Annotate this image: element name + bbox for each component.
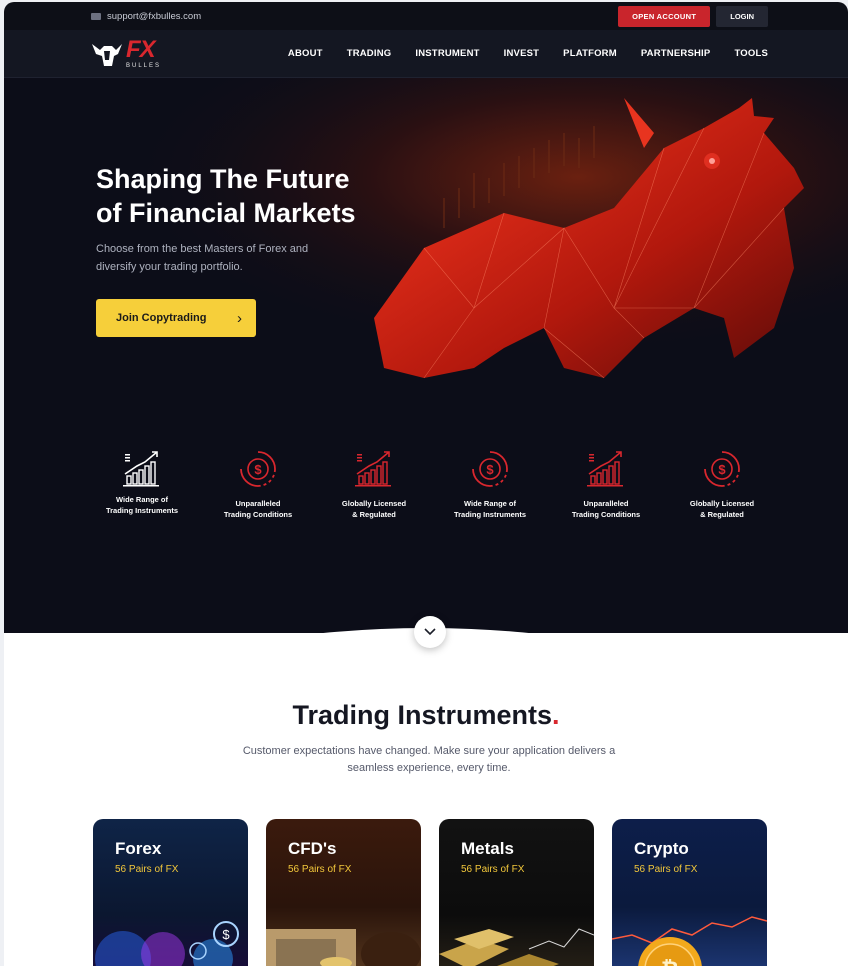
chevron-down-icon: [424, 628, 436, 636]
hero-section: Shaping The Future of Financial Markets …: [4, 78, 848, 633]
feature-label-line2: & Regulated: [352, 510, 396, 519]
hero-title-line1: Shaping The Future: [96, 164, 350, 194]
nav-item-about[interactable]: ABOUT: [288, 48, 323, 59]
nav-item-instrument[interactable]: INSTRUMENT: [415, 48, 479, 59]
feature-label-line2: & Regulated: [700, 510, 744, 519]
feature-label-line1: Unparalleled: [235, 499, 281, 508]
metals-image: [439, 928, 594, 966]
section-subtitle-line2: seamless experience, every time.: [347, 762, 511, 774]
instrument-cards: Forex 56 Pairs of FX $ CFD's 56 Pairs of…: [93, 819, 767, 966]
svg-text:$: $: [254, 462, 262, 477]
join-copytrading-button[interactable]: Join Copytrading ›: [96, 299, 256, 337]
card-metals[interactable]: Metals 56 Pairs of FX: [439, 819, 594, 966]
card-title: Crypto: [634, 839, 689, 858]
section-subtitle: Customer expectations have changed. Make…: [214, 743, 644, 777]
main-nav: FX BULLES ABOUT TRADING INSTRUMENT INVES…: [4, 30, 848, 78]
card-crypto[interactable]: Crypto 56 Pairs of FX ₿: [612, 819, 767, 966]
section-title: Trading Instruments.: [4, 700, 848, 731]
feature-label-line2: Trading Conditions: [571, 510, 641, 519]
card-title: CFD's: [288, 839, 337, 858]
scroll-down-button[interactable]: [414, 616, 446, 648]
feature-label-line2: Trading Instruments: [453, 510, 527, 519]
support-email-text[interactable]: support@fxbulles.com: [107, 11, 201, 22]
card-forex[interactable]: Forex 56 Pairs of FX $: [93, 819, 248, 966]
svg-text:$: $: [718, 462, 726, 477]
nav-item-platform[interactable]: PLATFORM: [563, 48, 617, 59]
feature-item: Globally Licensed & Regulated: [316, 448, 432, 520]
dollar-cycle-icon: $: [704, 451, 740, 487]
section-subtitle-line1: Customer expectations have changed. Make…: [242, 745, 616, 757]
hero-text-line1: Choose from the best Masters of Forex an…: [96, 243, 309, 255]
feature-item: Unparalleled Trading Conditions: [548, 448, 664, 520]
nav-item-partnership[interactable]: PARTNERSHIP: [641, 48, 711, 59]
feature-item: Wide Range of Trading Instruments: [84, 448, 200, 520]
bull-logo-icon: [92, 43, 122, 66]
feature-label: Globally Licensed & Regulated: [690, 498, 754, 520]
card-title: Metals: [461, 839, 514, 858]
join-copytrading-label: Join Copytrading: [116, 312, 207, 324]
nav-item-tools[interactable]: TOOLS: [734, 48, 768, 59]
card-subtitle: 56 Pairs of FX: [288, 864, 352, 875]
svg-text:₿: ₿: [661, 957, 679, 966]
chart-growth-icon: [587, 451, 623, 487]
top-bar: support@fxbulles.com OPEN ACCOUNT LOGIN: [4, 2, 848, 30]
feature-label-line1: Unparalleled: [583, 499, 629, 508]
feature-label: Unparalleled Trading Conditions: [572, 498, 640, 520]
features-row: Wide Range of Trading Instruments $ Unpa…: [84, 448, 784, 520]
mail-icon: [91, 12, 101, 20]
section-title-text: Trading Instruments: [292, 700, 553, 730]
feature-item: $ Wide Range of Trading Instruments: [432, 448, 548, 520]
logo[interactable]: FX BULLES: [90, 38, 161, 70]
logo-sub-text: BULLES: [126, 63, 162, 69]
logo-fx-text: FX: [126, 36, 156, 63]
feature-label: Wide Range of Trading Instruments: [454, 498, 526, 520]
crypto-image: ₿: [612, 916, 767, 966]
open-account-button[interactable]: OPEN ACCOUNT: [618, 5, 711, 27]
svg-text:$: $: [222, 927, 230, 942]
hero-text-line2: diversify your trading portfolio.: [96, 261, 243, 273]
card-subtitle: 56 Pairs of FX: [115, 864, 179, 875]
nav-item-invest[interactable]: INVEST: [504, 48, 540, 59]
feature-label-line2: Trading Instruments: [105, 506, 179, 515]
card-subtitle: 56 Pairs of FX: [461, 864, 525, 875]
chart-growth-icon: [123, 451, 159, 487]
feature-label-line2: Trading Conditions: [223, 510, 293, 519]
feature-label-line1: Wide Range of: [463, 499, 517, 508]
section-title-dot: .: [552, 700, 560, 730]
chart-growth-icon: [355, 451, 391, 487]
hero-text: Choose from the best Masters of Forex an…: [96, 240, 356, 276]
card-title: Forex: [115, 839, 162, 858]
nav-item-trading[interactable]: TRADING: [347, 48, 392, 59]
feature-label: Wide Range of Trading Instruments: [106, 494, 178, 516]
login-button[interactable]: LOGIN: [716, 5, 768, 27]
dollar-cycle-icon: $: [240, 451, 276, 487]
forex-image: $: [95, 921, 239, 966]
hero-title: Shaping The Future of Financial Markets: [96, 162, 426, 230]
feature-label: Globally Licensed & Regulated: [342, 498, 406, 520]
chevron-right-icon: ›: [237, 309, 242, 327]
feature-item: $ Unparalleled Trading Conditions: [200, 448, 316, 520]
feature-item: $ Globally Licensed & Regulated: [664, 448, 780, 520]
feature-label: Unparalleled Trading Conditions: [224, 498, 292, 520]
card-subtitle: 56 Pairs of FX: [634, 864, 698, 875]
svg-text:$: $: [486, 462, 494, 477]
feature-label-line1: Wide Range of: [115, 495, 169, 504]
feature-label-line1: Globally Licensed: [689, 499, 755, 508]
page-frame: support@fxbulles.com OPEN ACCOUNT LOGIN …: [4, 2, 848, 966]
nav-menu: ABOUT TRADING INSTRUMENT INVEST PLATFORM…: [288, 48, 768, 59]
feature-label-line1: Globally Licensed: [341, 499, 407, 508]
support-email[interactable]: support@fxbulles.com: [91, 11, 201, 22]
cfds-image: [266, 929, 421, 966]
dollar-cycle-icon: $: [472, 451, 508, 487]
card-cfds[interactable]: CFD's 56 Pairs of FX: [266, 819, 421, 966]
hero-title-line2: of Financial Markets: [96, 198, 356, 228]
